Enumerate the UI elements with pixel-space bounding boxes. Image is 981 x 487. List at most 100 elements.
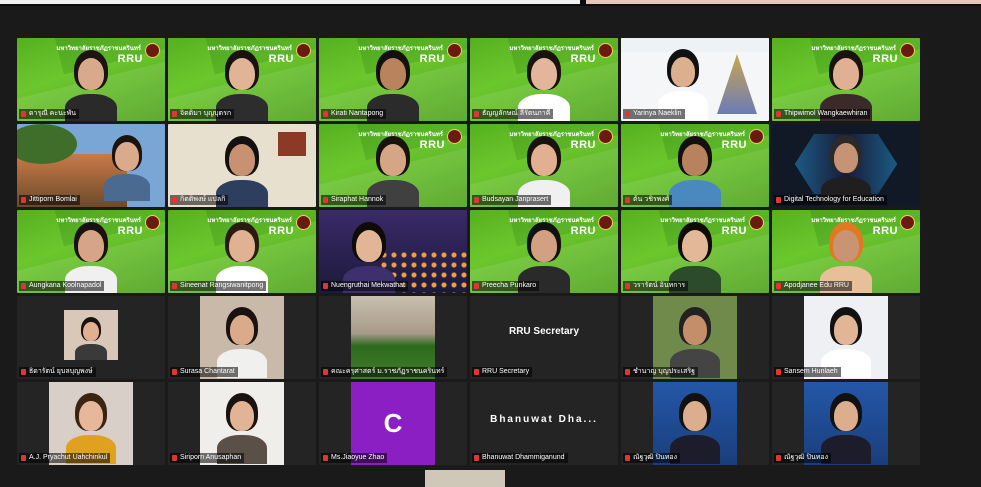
participant-name-tag: Siraphat Hannok — [321, 195, 387, 205]
participant-face — [229, 401, 255, 432]
university-seal-icon — [447, 129, 462, 144]
participant-name: Ms.Jiaoyue Zhao — [331, 454, 385, 461]
microphone-muted-icon — [21, 283, 26, 289]
participant-tile[interactable]: Nuengruthai Mekwathat — [319, 210, 467, 293]
university-seal-icon — [598, 43, 613, 58]
university-seal-icon — [749, 129, 764, 144]
background-brand: RRU — [117, 53, 143, 65]
participant-face — [380, 58, 406, 90]
microphone-muted-icon — [776, 455, 781, 461]
participant-face — [78, 401, 104, 432]
participant-tile[interactable]: มหาวิทยาลัยราชภัฏราชนครินทร์ RRU Aungkana … — [17, 210, 165, 293]
participant-tile[interactable]: มหาวิทยาลัยราชภัฏราชนครินทร์ RRU Preecha P… — [470, 210, 618, 293]
participant-tile[interactable]: Surasa Chantarat — [168, 296, 316, 379]
participant-tile[interactable]: Yarinya Naeklin — [621, 38, 769, 121]
participant-name-tag: Preecha Punkaro — [472, 281, 540, 291]
microphone-muted-icon — [172, 369, 177, 375]
microphone-muted-icon — [323, 369, 328, 375]
participant-name-tag: Nuengruthai Mekwathat — [321, 281, 408, 291]
participant-tile[interactable]: มหาวิทยาลัยราชภัฏราชนครินทร์ RRU Sineenat … — [168, 210, 316, 293]
participant-tile[interactable]: มหาวิทยาลัยราชภัฏราชนครินทร์ RRU วรารัตน์ … — [621, 210, 769, 293]
participant-name-tag: Yarinya Naeklin — [623, 109, 685, 119]
participant-tile[interactable]: มหาวิทยาลัยราชภัฏราชนครินทร์ RRU Kirati Na… — [319, 38, 467, 121]
background-brand: RRU — [570, 225, 596, 237]
participant-tile[interactable]: มหาวิทยาลัยราชภัฏราชนครินทร์ RRU ธัญญลักษณ… — [470, 38, 618, 121]
participant-tile[interactable]: กิตติพงษ์ แปลกิ — [168, 124, 316, 207]
participant-tile[interactable]: Digital Technology for Education — [772, 124, 920, 207]
participant-name-tag: Bhanuwat Dhammiganund — [472, 453, 568, 463]
participant-face — [682, 315, 708, 346]
participant-name: Nuengruthai Mekwathat — [331, 282, 405, 289]
microphone-muted-icon — [776, 283, 781, 289]
participant-name-tag: Kirati Nantapong — [321, 109, 387, 119]
participant-face — [78, 58, 104, 90]
microphone-muted-icon — [625, 369, 630, 375]
participant-tile[interactable]: ธิดารัตน์ ยุบลบุญพงษ์ — [17, 296, 165, 379]
participant-tile[interactable]: Siriporn Anusaphan — [168, 382, 316, 465]
participant-tile[interactable]: RRU Secretary RRU Secretary — [470, 296, 618, 379]
participant-tile[interactable]: มหาวิทยาลัยราชภัฏราชนครินทร์ RRU Thipwimol… — [772, 38, 920, 121]
participant-figure — [100, 133, 154, 202]
participant-tile[interactable]: ชำนาญ บุญประเสริฐ — [621, 296, 769, 379]
participant-name: ธิดารัตน์ ยุบลบุญพงษ์ — [29, 368, 93, 375]
participant-name: Sineenat Rangsiwanitpong — [180, 282, 264, 289]
participant-face — [229, 230, 255, 262]
participant-face — [682, 144, 708, 176]
microphone-muted-icon — [172, 197, 177, 203]
participant-tile[interactable]: คณะครุศาสตร์ ม.ราชภัฏราชนครินทร์ — [319, 296, 467, 379]
participant-name-tag: Thipwimol Wangkaewhiran — [774, 109, 871, 119]
participant-name-tag: ดารุณี คะนะพัน — [19, 109, 80, 119]
participant-name: Bhanuwat Dhammiganund — [482, 454, 565, 461]
participant-name: Sansem Hunlaeh — [784, 368, 838, 375]
university-seal-icon — [296, 43, 311, 58]
background-brand: RRU — [872, 53, 898, 65]
university-seal-icon — [296, 215, 311, 230]
participant-tile[interactable]: ณัฐวุฒิ ปิ่นทอง — [621, 382, 769, 465]
participant-tile[interactable]: A.J. Pryachut Uahchinkul — [17, 382, 165, 465]
microphone-muted-icon — [474, 197, 479, 203]
microphone-muted-icon — [323, 111, 328, 117]
participant-tile[interactable]: ณัฐวุฒิ ปิ่นทอง — [772, 382, 920, 465]
participant-name: Aungkana Koolnapadol — [29, 282, 102, 289]
microphone-muted-icon — [21, 197, 26, 203]
participant-name-tag: ณัฐวุฒิ ปิ่นทอง — [623, 453, 681, 463]
participant-tile[interactable]: มหาวิทยาลัยราชภัฏราชนครินทร์ RRU Siraphat … — [319, 124, 467, 207]
top-bar — [0, 0, 981, 6]
microphone-muted-icon — [172, 283, 177, 289]
participant-tile[interactable]: มหาวิทยาลัยราชภัฏราชนครินทร์ RRU Budsayan … — [470, 124, 618, 207]
participant-face — [229, 144, 255, 176]
microphone-muted-icon — [625, 283, 630, 289]
microphone-muted-icon — [474, 369, 479, 375]
background-brand: RRU — [268, 53, 294, 65]
participant-tile[interactable]: มหาวิทยาลัยราชภัฏราชนครินทร์ RRU ต้น วชิรพ… — [621, 124, 769, 207]
participant-name-display: Bhanuwat Dha... — [490, 414, 598, 425]
participant-tile[interactable]: Sansem Hunlaeh — [772, 296, 920, 379]
participant-name-tag: ธิดารัตน์ ยุบลบุญพงษ์ — [19, 367, 96, 377]
participant-body — [103, 174, 151, 202]
participant-name-tag: วรารัตน์ อินทการ — [623, 281, 689, 291]
background-brand: RRU — [419, 53, 445, 65]
microphone-muted-icon — [625, 197, 630, 203]
participant-tile[interactable]: มหาวิทยาลัยราชภัฏราชนครินทร์ RRU จิตติมา บ… — [168, 38, 316, 121]
background-brand: RRU — [570, 53, 596, 65]
participant-name: วรารัตน์ อินทการ — [633, 282, 686, 289]
participant-name-tag: RRU Secretary — [472, 367, 533, 377]
microphone-muted-icon — [21, 455, 26, 461]
participant-tile[interactable]: มหาวิทยาลัยราชภัฏราชนครินทร์ RRU ดารุณี คะ… — [17, 38, 165, 121]
participant-face — [833, 401, 859, 432]
background-brand: RRU — [570, 139, 596, 151]
participant-tile[interactable]: C Ms.Jiaoyue Zhao — [319, 382, 467, 465]
participant-name: Yarinya Naeklin — [633, 110, 682, 117]
participant-tile[interactable]: Jittiporn Bomlai — [17, 124, 165, 207]
background-brand: RRU — [268, 225, 294, 237]
microphone-muted-icon — [323, 197, 328, 203]
participant-tile[interactable]: Bhanuwat Dha... Bhanuwat Dhammiganund — [470, 382, 618, 465]
participant-face — [833, 58, 859, 90]
microphone-muted-icon — [776, 111, 781, 117]
participant-figure — [73, 316, 109, 360]
participant-name: ชำนาญ บุญประเสริฐ — [633, 368, 695, 375]
participant-name-tag: Ms.Jiaoyue Zhao — [321, 453, 388, 463]
participant-name-tag: Surasa Chantarat — [170, 367, 238, 377]
participant-tile[interactable]: มหาวิทยาลัยราชภัฏราชนครินทร์ RRU Apodjanee… — [772, 210, 920, 293]
self-view-thumbnail[interactable] — [425, 470, 505, 487]
